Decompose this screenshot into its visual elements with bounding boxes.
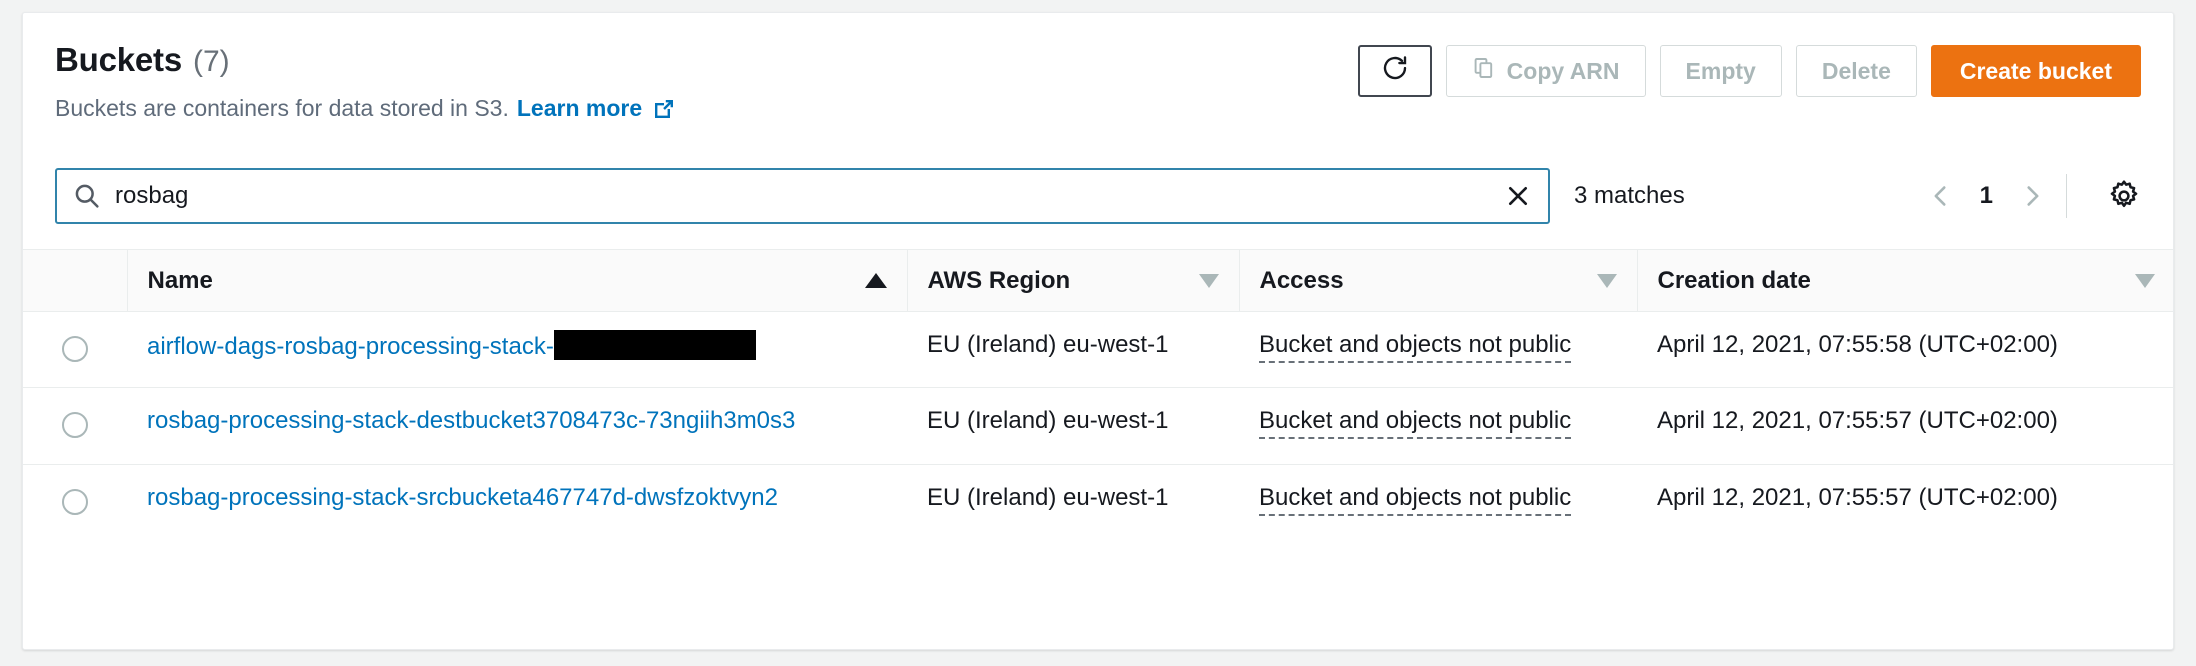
pagination: 1: [1928, 182, 2045, 210]
access-cell: Bucket and objects not public: [1239, 387, 1637, 465]
access-status-text[interactable]: Bucket and objects not public: [1259, 331, 1572, 363]
empty-button[interactable]: Empty: [1659, 45, 1782, 97]
sort-icon: [1596, 273, 1617, 288]
search-box[interactable]: [55, 168, 1550, 224]
empty-label: Empty: [1685, 57, 1756, 84]
panel-header: Buckets (7) Buckets are containers for d…: [23, 13, 2173, 165]
column-header-name[interactable]: Name: [126, 249, 907, 312]
redacted-text-block: [553, 330, 756, 360]
creation-date-cell: April 12, 2021, 07:55:57 (UTC+02:00): [1637, 387, 2173, 465]
row-select-cell: [23, 311, 127, 389]
bucket-name-link[interactable]: rosbag-processing-stack-srcbucketa467747…: [147, 484, 778, 511]
row-select-cell: [23, 464, 127, 540]
search-input[interactable]: [115, 182, 1494, 210]
match-count: 3 matches: [1574, 182, 1685, 209]
table-body: airflow-dags-rosbag-processing-stack- EU…: [23, 311, 2173, 540]
column-header-access[interactable]: Access: [1238, 249, 1637, 312]
bucket-name-link[interactable]: airflow-dags-rosbag-processing-stack-: [147, 333, 554, 360]
aws-region-cell: EU (Ireland) eu-west-1: [907, 311, 1239, 389]
page-number[interactable]: 1: [1980, 182, 1993, 210]
bucket-name-cell: rosbag-processing-stack-destbucket370847…: [127, 387, 907, 465]
search-icon: [73, 182, 101, 210]
bucket-name-cell: airflow-dags-rosbag-processing-stack-: [127, 311, 907, 389]
aws-region-cell: EU (Ireland) eu-west-1: [907, 387, 1239, 465]
access-status-text[interactable]: Bucket and objects not public: [1259, 483, 1572, 516]
page-title-text: Buckets: [55, 41, 182, 78]
table-row: rosbag-processing-stack-destbucket370847…: [23, 387, 2173, 465]
row-radio-button[interactable]: [62, 412, 88, 439]
gear-icon[interactable]: [2107, 179, 2141, 213]
column-header-creation-date-label: Creation date: [1657, 266, 1811, 294]
create-bucket-label: Create bucket: [1959, 57, 2112, 84]
column-header-name-label: Name: [147, 266, 213, 294]
buckets-table: Name AWS Region Access Creation date air…: [23, 249, 2173, 540]
access-cell: Bucket and objects not public: [1239, 464, 1637, 540]
bucket-name-cell: rosbag-processing-stack-srcbucketa467747…: [127, 464, 907, 540]
create-bucket-button[interactable]: Create bucket: [1930, 45, 2141, 97]
panel-description-text: Buckets are containers for data stored i…: [55, 95, 509, 121]
copy-arn-label: Copy ARN: [1506, 57, 1620, 84]
aws-region-cell: EU (Ireland) eu-west-1: [927, 483, 1169, 511]
refresh-icon: [1380, 53, 1410, 89]
external-link-icon[interactable]: [652, 97, 676, 121]
row-radio-button[interactable]: [62, 488, 88, 515]
action-toolbar: Copy ARN Empty Delete Create bucket: [1357, 45, 2141, 97]
copy-arn-button[interactable]: Copy ARN: [1445, 45, 1646, 97]
column-header-aws-region-label: AWS Region: [927, 266, 1071, 294]
creation-date-cell: April 12, 2021, 07:55:57 (UTC+02:00): [1657, 483, 2058, 511]
table-row: airflow-dags-rosbag-processing-stack- EU…: [23, 311, 2173, 389]
delete-button[interactable]: Delete: [1795, 45, 1917, 97]
column-header-access-label: Access: [1259, 266, 1344, 294]
sort-icon: [1198, 273, 1219, 288]
table-row: rosbag-processing-stack-srcbucketa467747…: [23, 464, 2173, 540]
bucket-name-link[interactable]: rosbag-processing-stack-destbucket370847…: [147, 407, 795, 434]
sort-icon: [2135, 273, 2155, 288]
sort-ascending-icon: [864, 273, 887, 288]
access-cell: Bucket and objects not public: [1239, 311, 1637, 389]
access-status-text[interactable]: Bucket and objects not public: [1259, 407, 1572, 440]
column-header-creation-date[interactable]: Creation date: [1636, 249, 2173, 312]
buckets-panel: Buckets (7) Buckets are containers for d…: [22, 12, 2174, 650]
panel-description: Buckets are containers for data stored i…: [55, 95, 2141, 122]
toolbar-divider: [2066, 174, 2067, 218]
refresh-button[interactable]: [1357, 45, 1432, 97]
close-icon[interactable]: [1494, 182, 1532, 210]
bucket-count: (7): [193, 45, 230, 78]
learn-more-link[interactable]: Learn more: [517, 95, 642, 122]
table-head: Name AWS Region Access Creation date: [23, 249, 2173, 312]
row-radio-button[interactable]: [62, 336, 88, 362]
column-header-aws-region[interactable]: AWS Region: [906, 249, 1239, 312]
table-header-row: Name AWS Region Access Creation date: [23, 249, 2173, 312]
select-all-header: [23, 249, 127, 312]
creation-date-cell: April 12, 2021, 07:55:58 (UTC+02:00): [1637, 311, 2173, 389]
search-row: 3 matches 1: [55, 165, 2141, 227]
row-select-cell: [23, 387, 127, 465]
chevron-left-icon[interactable]: [1928, 183, 1954, 209]
chevron-right-icon[interactable]: [2019, 183, 2045, 209]
delete-label: Delete: [1821, 57, 1891, 84]
copy-icon: [1472, 56, 1496, 86]
